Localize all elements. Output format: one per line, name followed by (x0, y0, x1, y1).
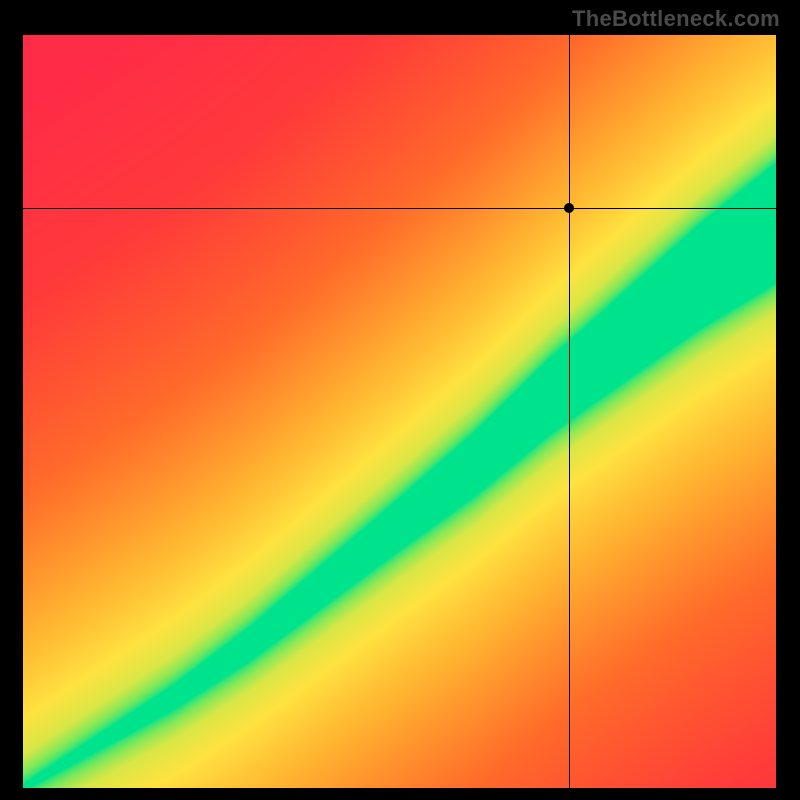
heatmap-plot (23, 35, 776, 788)
heatmap-canvas (23, 35, 776, 788)
watermark-text: TheBottleneck.com (572, 6, 780, 32)
marker-dot (564, 203, 574, 213)
crosshair-horizontal (23, 208, 776, 209)
crosshair-vertical (569, 35, 570, 788)
